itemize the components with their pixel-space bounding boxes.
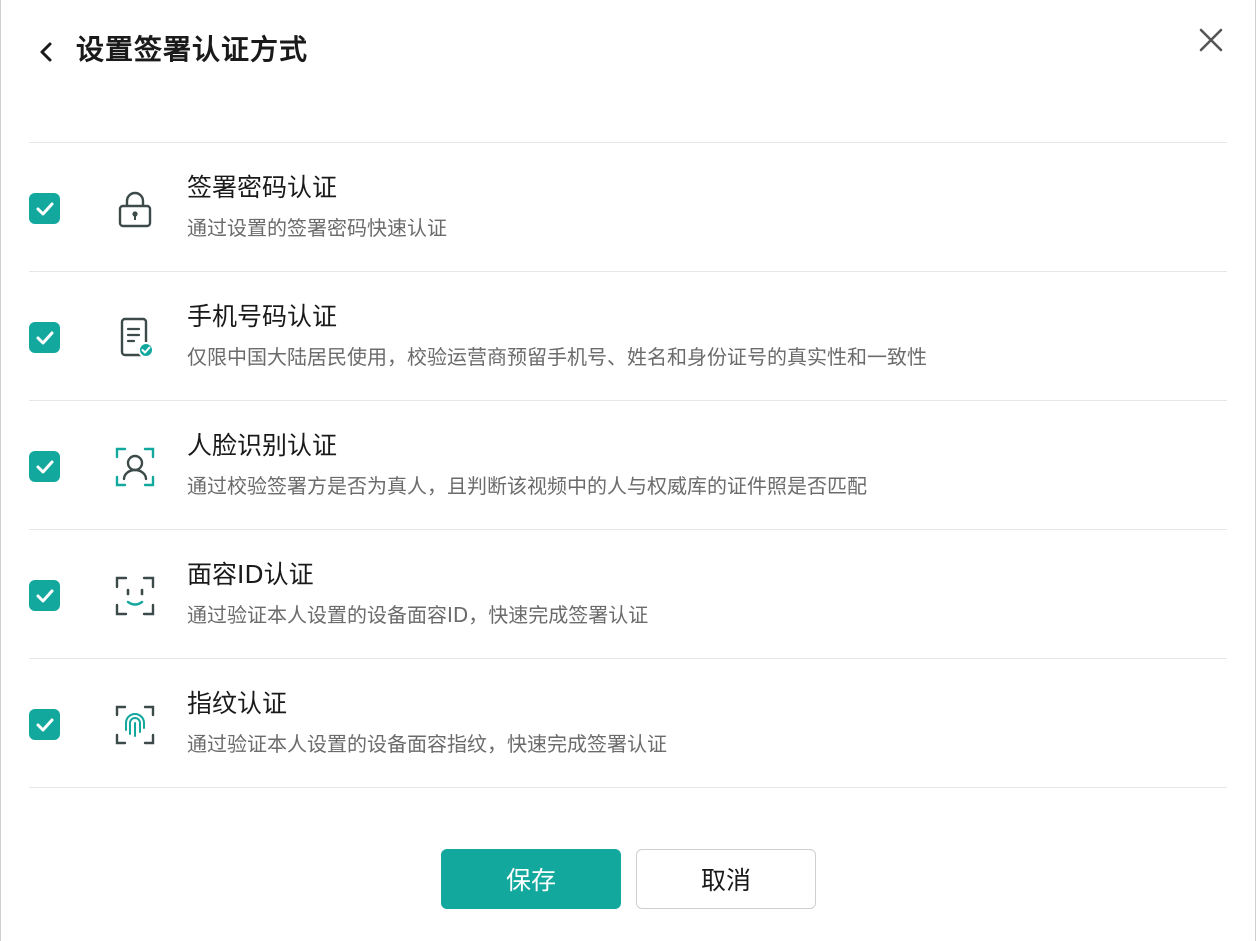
check-icon: [36, 718, 53, 731]
method-title: 指纹认证: [187, 689, 288, 718]
method-description: 通过设置的签署密码快速认证: [187, 216, 447, 240]
phone-verify-icon: [113, 316, 157, 360]
method-description: 通过验证本人设置的设备面容指纹，快速完成签署认证: [187, 732, 667, 756]
method-title: 人脸识别认证: [187, 431, 338, 460]
dialog-header: 设置签署认证方式: [1, 0, 1255, 100]
chevron-left-icon: [40, 42, 52, 62]
auth-method-list: 签署密码认证 通过设置的签署密码快速认证 手机号码认证 仅限中国大陆居民使用，校…: [29, 142, 1227, 788]
auth-method-item-face-recognition[interactable]: 人脸识别认证 通过校验签署方是否为真人，且判断该视频中的人与权威库的证件照是否匹…: [29, 401, 1227, 530]
checkbox-face-recognition[interactable]: [29, 451, 60, 482]
method-title: 手机号码认证: [187, 302, 338, 331]
method-description: 通过验证本人设置的设备面容ID，快速完成签署认证: [187, 603, 649, 627]
check-icon: [36, 331, 53, 344]
method-description: 通过校验签署方是否为真人，且判断该视频中的人与权威库的证件照是否匹配: [187, 474, 867, 498]
check-icon: [36, 460, 53, 473]
checkbox-password[interactable]: [29, 193, 60, 224]
checkbox-phone[interactable]: [29, 322, 60, 353]
checkbox-fingerprint[interactable]: [29, 709, 60, 740]
dialog-footer: 保存 取消: [1, 849, 1255, 909]
fingerprint-icon: [113, 703, 157, 747]
back-button[interactable]: [31, 36, 61, 68]
method-title: 面容ID认证: [187, 560, 314, 589]
checkbox-face-id[interactable]: [29, 580, 60, 611]
check-icon: [36, 202, 53, 215]
face-scan-icon: [113, 445, 157, 489]
auth-method-item-phone[interactable]: 手机号码认证 仅限中国大陆居民使用，校验运营商预留手机号、姓名和身份证号的真实性…: [29, 272, 1227, 401]
auth-method-item-password[interactable]: 签署密码认证 通过设置的签署密码快速认证: [29, 143, 1227, 272]
method-title: 签署密码认证: [187, 173, 338, 202]
cancel-button[interactable]: 取消: [636, 849, 816, 909]
close-button[interactable]: [1195, 24, 1227, 56]
save-button[interactable]: 保存: [441, 849, 621, 909]
close-icon: [1199, 28, 1223, 52]
method-description: 仅限中国大陆居民使用，校验运营商预留手机号、姓名和身份证号的真实性和一致性: [187, 345, 927, 369]
auth-method-dialog: 设置签署认证方式 签署密码认证 通过设置的签署密码快速认证 手机号码认证 仅限中…: [0, 0, 1256, 941]
face-id-icon: [113, 574, 157, 618]
check-icon: [36, 589, 53, 602]
lock-icon: [113, 187, 157, 231]
auth-method-item-fingerprint[interactable]: 指纹认证 通过验证本人设置的设备面容指纹，快速完成签署认证: [29, 659, 1227, 788]
auth-method-item-face-id[interactable]: 面容ID认证 通过验证本人设置的设备面容ID，快速完成签署认证: [29, 530, 1227, 659]
page-title: 设置签署认证方式: [76, 33, 309, 66]
